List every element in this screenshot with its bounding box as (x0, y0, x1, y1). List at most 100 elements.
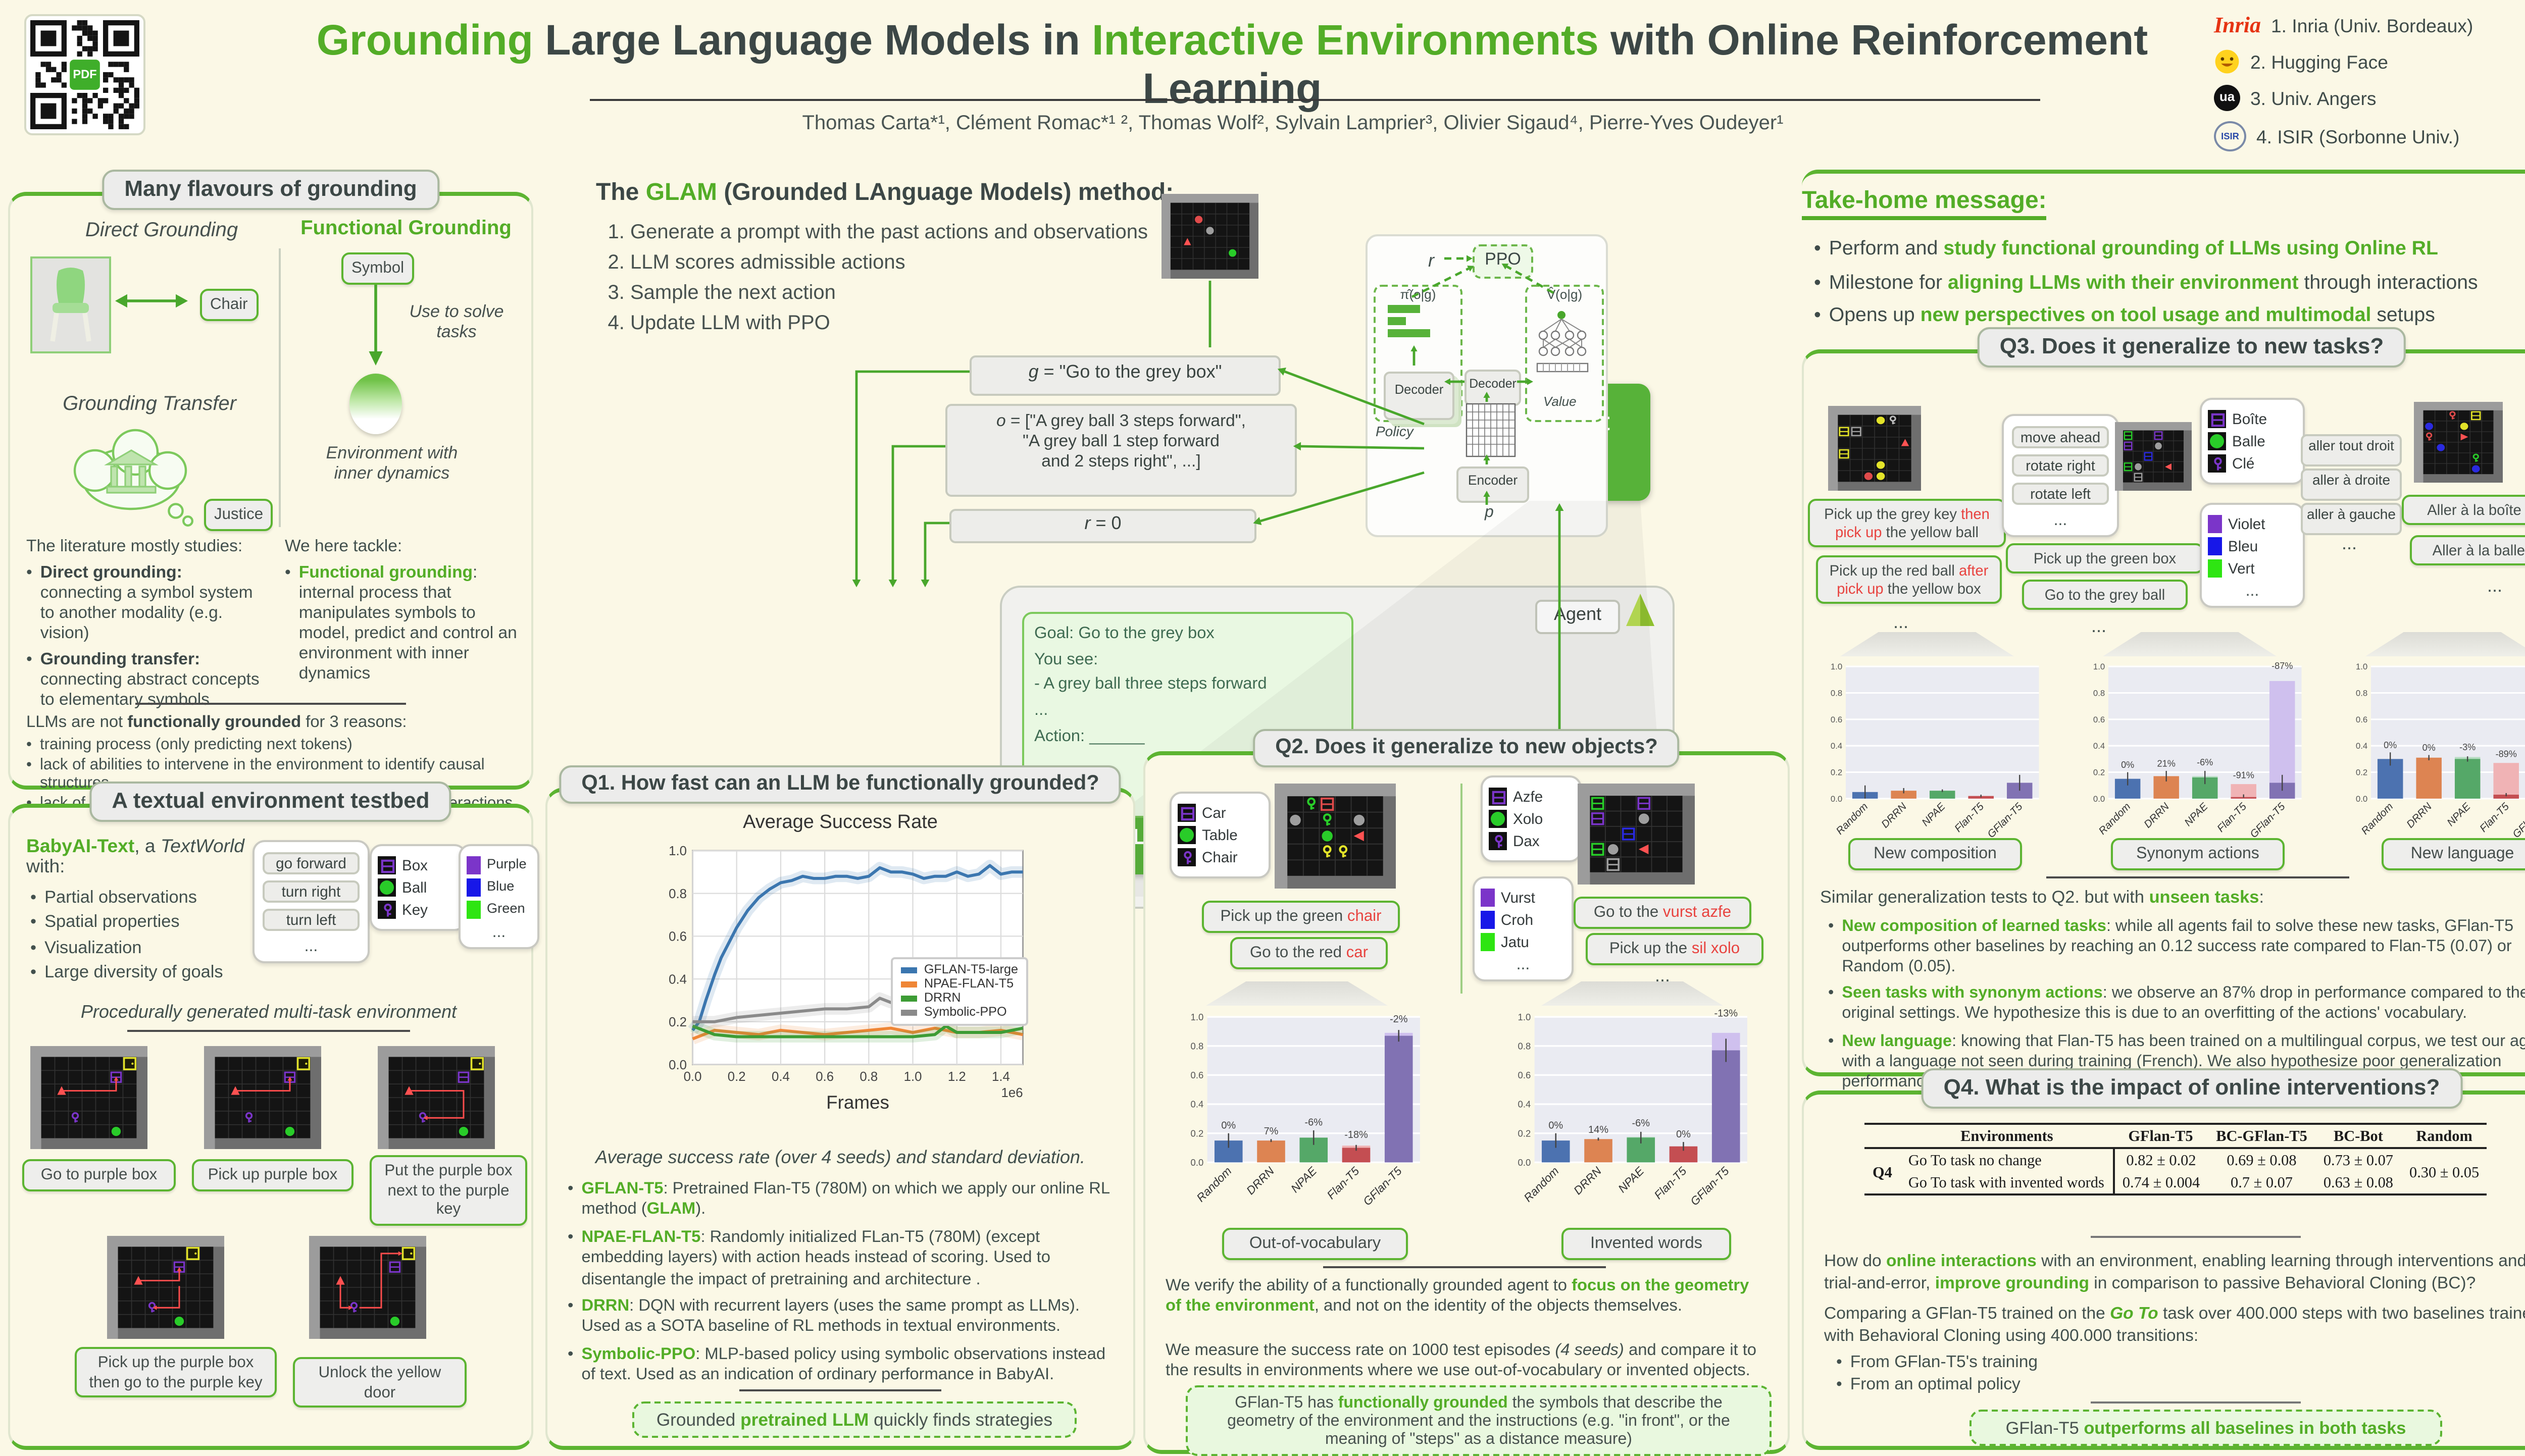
policy-block: π̂(o|g) Decoder (1374, 285, 1462, 422)
svg-text:1.0: 1.0 (1518, 1012, 1531, 1022)
univ-angers-logo: ua (2214, 85, 2240, 111)
col-header: GFlan-T5 (2113, 1124, 2208, 1148)
col-header: Random (2401, 1124, 2487, 1148)
svg-text:DRRN: DRRN (1571, 1164, 1604, 1197)
env-screenshot (1162, 194, 1258, 279)
q4-table: Environments GFlan-T5 BC-GFlan-T5 BC-Bot… (1864, 1123, 2487, 1195)
chair-chip: Chair (200, 289, 258, 321)
env-screenshot (107, 1236, 224, 1339)
svg-text:GFlan-T5: GFlan-T5 (1985, 801, 2025, 841)
q4-bullets: •From GFlan-T5's training •From an optim… (1836, 1351, 2442, 1397)
prob-bar (1388, 305, 1420, 313)
svg-text:0.4: 0.4 (2093, 741, 2105, 751)
svg-text:GFlan-T5: GFlan-T5 (2510, 801, 2525, 841)
color-swatch (2208, 537, 2222, 555)
q3-bullet: Seen tasks with synonym actions: we obse… (1842, 984, 2525, 1025)
chart-title: Average Success Rate (638, 812, 1042, 834)
task-chip: Go to the vurst azfe (1574, 897, 1751, 928)
color-swatch (467, 878, 481, 897)
svg-text:0.0: 0.0 (684, 1070, 702, 1084)
svg-text:-91%: -91% (2233, 770, 2254, 781)
legend-label: Dax (1513, 832, 1540, 850)
authors: Thomas Carta*¹, Clément Romac*¹ ², Thoma… (465, 113, 2121, 135)
value-block: V̂(o|g) Value (1525, 285, 1604, 422)
decoder-box: Decoder (1384, 372, 1454, 420)
inria-logo: Inria (2214, 14, 2261, 38)
svg-text:0.6: 0.6 (816, 1070, 834, 1084)
q4-para2: Comparing a GFlan-T5 trained on the Go T… (1824, 1303, 2525, 1346)
section-q2: Q2. Does it generalize to new objects? C… (1143, 751, 1790, 1454)
take-home-title: Take-home message: (1802, 186, 2047, 220)
q3-bullets: •New composition of learned tasks: while… (1828, 913, 2525, 1093)
chart-label: New composition (1848, 838, 2022, 870)
legend-label: Bleu (2228, 537, 2258, 555)
q1-bullet: Symbolic-PPO: MLP-based policy using sym… (582, 1344, 1118, 1386)
action-chip: aller à gauche (2301, 503, 2402, 535)
colors-legend: Violet Bleu Vert ... (2200, 503, 2305, 608)
svg-text:1.0: 1.0 (1831, 662, 1842, 671)
env-inner-label: Environment with inner dynamics (305, 442, 479, 483)
legend-label: Violet (2228, 515, 2265, 533)
cloud-bank-icon (63, 426, 208, 531)
svg-text:NPAE: NPAE (1288, 1164, 1320, 1195)
cell: 0.63 ± 0.08 (2315, 1171, 2401, 1194)
task-chip: Pick up the grey key then pick up the ye… (1808, 499, 2006, 548)
colors-legend: Vurst Croh Jatu ... (1473, 876, 1574, 981)
svg-text:-2%: -2% (1390, 1014, 1408, 1025)
legend-label: Jatu (1501, 933, 1529, 951)
goal-box: g = "Go to the grey box" (970, 355, 1281, 396)
section-q4: Q4. What is the impact of online interve… (1802, 1090, 2525, 1450)
svg-text:-3%: -3% (2459, 742, 2476, 752)
svg-text:Frames: Frames (826, 1092, 889, 1113)
legend-label: Car (1202, 804, 1226, 822)
svg-text:0.6: 0.6 (1191, 1070, 1204, 1080)
chart-legend: GFLAN-T5-large NPAE-FLAN-T5 DRRN Symboli… (892, 957, 1028, 1026)
chart-new-composition: 0.00.20.40.60.81.0RandomDRRNNPAEFlan-T5G… (1808, 656, 2046, 856)
svg-text:GFlan-T5: GFlan-T5 (1688, 1164, 1732, 1208)
colors-legend: Purple Blue Green ... (459, 844, 539, 949)
glam-steps: Generate a prompt with the past actions … (602, 218, 1151, 339)
svg-text:-89%: -89% (2496, 749, 2517, 759)
svg-text:0.4: 0.4 (1191, 1099, 1204, 1110)
hugging-face-icon (2214, 48, 2240, 75)
section-title-q1: Q1. How fast can an LLM be functionally … (559, 765, 1121, 804)
q4-bullet: From an optimal policy (1850, 1374, 2021, 1396)
svg-text:-13%: -13% (1714, 1008, 1738, 1019)
svg-text:0.0: 0.0 (2356, 794, 2367, 804)
svg-text:0.0: 0.0 (1191, 1157, 1204, 1168)
isir-logo: ISIR (2214, 121, 2246, 151)
ellipsis: ... (2008, 511, 2113, 529)
chart-label: Synonym actions (2111, 838, 2285, 870)
svg-text:NPAE: NPAE (2182, 800, 2210, 828)
chart-synonym-actions: 0.00.20.40.60.81.00%Random21%DRRN-6%NPAE… (2070, 656, 2309, 856)
svg-text:0.4: 0.4 (1831, 741, 1842, 751)
legend-label: NPAE-FLAN-T5 (924, 977, 1014, 992)
svg-text:14%: 14% (1588, 1124, 1608, 1135)
ellipsis: ... (1481, 955, 1566, 973)
env-screenshot (1828, 406, 1921, 491)
section-title-testbed: A textual environment testbed (89, 782, 451, 822)
task-chip: Aller à la balle grise (2410, 535, 2525, 565)
testbed-intro: BabyAI-Text, a TextWorld with: (26, 836, 252, 876)
svg-text:0.0: 0.0 (2093, 794, 2105, 804)
svg-text:GFlan-T5: GFlan-T5 (2248, 801, 2288, 841)
legend-swatch (902, 997, 918, 1001)
take-home-bullets: •Perform and study functional grounding … (1814, 234, 2525, 335)
box-icon (1489, 788, 1507, 806)
objects-legend: Box Ball Key (370, 844, 467, 931)
svg-text:NPAE: NPAE (1615, 1164, 1647, 1195)
environment-sphere-icon (349, 374, 402, 434)
testbed-subtitle: Procedurally generated multi-task enviro… (67, 1002, 471, 1022)
legend-label: Vurst (1501, 889, 1535, 907)
svg-text:0.4: 0.4 (1518, 1099, 1531, 1110)
zoom-shade (1206, 981, 1388, 1006)
svg-text:DRRN: DRRN (1879, 800, 1909, 830)
chart-label: New language (2382, 838, 2525, 870)
svg-text:0.4: 0.4 (2356, 741, 2367, 751)
affiliation-label: 1. Inria (Univ. Bordeaux) (2271, 16, 2473, 36)
legend-label: Azfe (1513, 788, 1543, 806)
policy-label: Policy (1376, 426, 1413, 440)
action-chip: turn right (263, 880, 360, 903)
svg-text:0.6: 0.6 (1518, 1070, 1531, 1080)
key-icon (378, 901, 396, 919)
